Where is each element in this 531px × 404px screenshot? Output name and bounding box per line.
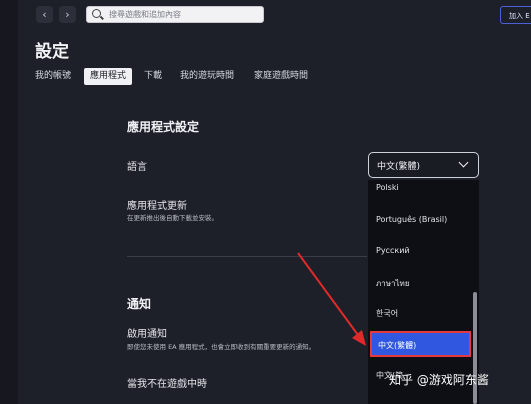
annotation-arrow-icon	[297, 252, 366, 346]
watermark-text: 知乎 @游戏阿东酱	[389, 373, 489, 387]
